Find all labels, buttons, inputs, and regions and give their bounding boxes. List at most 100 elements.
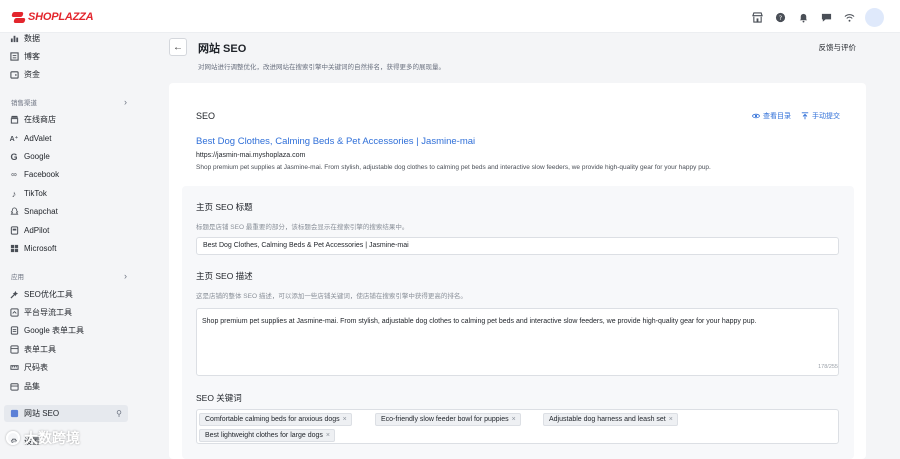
section-title: 应用 <box>11 274 24 281</box>
sidebar-item-facebook[interactable]: ∞ Facebook <box>9 166 129 183</box>
watermark-icon <box>6 431 20 445</box>
feedback-link[interactable]: 反馈与评价 <box>819 42 857 53</box>
watermark-text: 大数跨境 <box>24 430 80 446</box>
sidebar-item-tiktok[interactable]: ♪ TikTok <box>9 185 129 202</box>
seo-title-label: 主页 SEO 标题 <box>196 202 253 212</box>
sidebar-item-label: Google 表单工具 <box>24 326 85 335</box>
sidebar-item-label: SEO优化工具 <box>24 290 73 299</box>
page-title: 网站 SEO <box>198 43 247 55</box>
search-preview-title: Best Dog Clothes, Calming Beds & Pet Acc… <box>196 136 476 147</box>
sidebar-item-label: Google <box>24 152 50 161</box>
keyword-tag[interactable]: Best lightweight clothes for large dogs × <box>199 429 335 442</box>
sidebar-item-google[interactable]: G Google <box>9 148 129 165</box>
seo-description-help: 这是店铺的整体 SEO 描述，可以添加一些店铺关键词，使店铺在搜索引擎中获得更高… <box>196 293 467 300</box>
advalet-icon: A⁺ <box>9 135 19 143</box>
sidebar-item-label: 品集 <box>24 382 40 391</box>
keyword-tag[interactable]: Eco-friendly slow feeder bowl for puppie… <box>375 413 521 426</box>
top-actions: ? <box>741 7 884 27</box>
keyword-tag-label: Comfortable calming beds for anxious dog… <box>205 416 340 423</box>
facebook-icon: ∞ <box>11 170 17 179</box>
top-bar: SHOPLAZZA ? <box>0 0 900 33</box>
sidebar-item-label: Snapchat <box>24 207 58 216</box>
keyword-tag-label: Eco-friendly slow feeder bowl for puppie… <box>381 416 509 423</box>
sidebar-item-data[interactable]: 数据 <box>9 30 129 47</box>
google-icon: G <box>10 151 18 162</box>
wifi-icon[interactable] <box>842 10 856 24</box>
avatar[interactable] <box>865 7 884 27</box>
sidebar-item-funds[interactable]: 资金 <box>9 66 129 83</box>
page-subtitle: 对网站进行调整优化，改进网站在搜索引擎中关键词的自然排名，获得更多的展现量。 <box>198 64 445 71</box>
sidebar-item-label: 在线商店 <box>24 115 56 124</box>
arrow-left-icon: ← <box>173 41 183 53</box>
notification-icon[interactable] <box>796 10 810 24</box>
pin-icon[interactable]: ⚲ <box>116 409 122 418</box>
sidebar-item-form-tool[interactable]: 表单工具 <box>9 341 129 358</box>
sidebar-item-label: Microsoft <box>24 244 57 253</box>
sidebar-item-collection[interactable]: 品集 <box>9 378 129 395</box>
sidebar-item-online-store[interactable]: 在线商店 <box>9 111 129 128</box>
sidebar-item-website-seo[interactable]: 网站 SEO ⚲ <box>4 405 128 422</box>
traffic-icon <box>9 308 19 318</box>
keyword-tag-label: Best lightweight clothes for large dogs <box>205 432 323 439</box>
sidebar-item-blog[interactable]: 博客 <box>9 48 129 65</box>
close-icon[interactable]: × <box>326 432 330 439</box>
close-icon[interactable]: × <box>669 416 673 423</box>
close-icon[interactable]: × <box>512 416 516 423</box>
sidebar-item-label: 数据 <box>24 34 40 43</box>
chevron-right-icon: › <box>124 271 127 281</box>
microsoft-icon <box>9 244 19 254</box>
adpilot-icon <box>9 226 19 236</box>
sidebar-item-traffic-tool[interactable]: 平台导流工具 <box>9 304 129 321</box>
sidebar-item-microsoft[interactable]: Microsoft <box>9 240 129 257</box>
upload-icon <box>801 112 809 120</box>
brand-logo[interactable]: SHOPLAZZA <box>12 9 94 25</box>
ruler-icon <box>9 363 19 373</box>
sidebar-item-snapchat[interactable]: Snapchat <box>9 203 129 220</box>
store-icon <box>9 115 19 125</box>
help-icon[interactable]: ? <box>773 10 787 24</box>
sidebar-item-advalet[interactable]: A⁺ AdValet <box>9 130 129 147</box>
view-index-label: 查看目录 <box>763 113 791 120</box>
manual-submit-label: 手动提交 <box>812 113 840 120</box>
sidebar-item-label: AdValet <box>24 134 52 143</box>
shoplazza-logo-icon <box>12 11 25 24</box>
tiktok-icon: ♪ <box>11 188 17 199</box>
form2-icon <box>9 345 19 355</box>
sidebar-section-sales[interactable]: 销售渠道 › <box>11 95 127 109</box>
sidebar-item-google-form[interactable]: Google 表单工具 <box>9 322 129 339</box>
sidebar-item-seo-tool[interactable]: SEO优化工具 <box>9 286 129 303</box>
search-preview-url: https://jasmin-mai.myshoplaza.com <box>196 152 306 159</box>
keyword-tag[interactable]: Adjustable dog harness and leash set × <box>543 413 678 426</box>
sidebar-item-size-chart[interactable]: 尺码表 <box>9 359 129 376</box>
view-index-link[interactable]: 查看目录 <box>752 111 791 121</box>
keyword-tag[interactable]: Comfortable calming beds for anxious dog… <box>199 413 352 426</box>
sidebar-item-label: 资金 <box>24 70 40 79</box>
message-icon[interactable] <box>819 10 833 24</box>
blog-icon <box>9 52 19 62</box>
sidebar-item-label: 网站 SEO <box>24 409 60 418</box>
snapchat-icon <box>9 207 19 217</box>
close-icon[interactable]: × <box>343 416 347 423</box>
watermark: 大数跨境 <box>6 428 80 448</box>
sidebar-item-label: 博客 <box>24 52 40 61</box>
seo-title-help: 标题是店铺 SEO 最重要的部分，该标题会显示在搜索引擎的搜索结果中。 <box>196 224 409 231</box>
search-preview-description: Shop premium pet supplies at Jasmine-mai… <box>196 164 711 171</box>
back-button[interactable]: ← <box>169 38 187 56</box>
sidebar-section-apps[interactable]: 应用 › <box>11 269 127 283</box>
char-counter: 178/255 <box>818 364 838 370</box>
sidebar-item-label: 尺码表 <box>24 363 48 372</box>
form-icon <box>9 326 19 336</box>
seo-title-input[interactable]: Best Dog Clothes, Calming Beds & Pet Acc… <box>196 237 839 255</box>
seo-heading: SEO <box>196 111 216 121</box>
sidebar-item-label: Facebook <box>24 170 60 179</box>
seo-actions: 查看目录 手动提交 <box>742 111 840 121</box>
seo-description-label: 主页 SEO 描述 <box>196 271 253 281</box>
collection-icon <box>9 382 19 392</box>
sidebar-item-adpilot[interactable]: AdPilot <box>9 222 129 239</box>
sidebar-item-label: 表单工具 <box>24 345 56 354</box>
store-icon[interactable] <box>750 10 764 24</box>
wallet-icon <box>9 70 19 80</box>
seo-description-textarea[interactable]: Shop premium pet supplies at Jasmine-mai… <box>196 308 839 376</box>
chart-icon <box>9 34 19 44</box>
manual-submit-link[interactable]: 手动提交 <box>801 111 840 121</box>
